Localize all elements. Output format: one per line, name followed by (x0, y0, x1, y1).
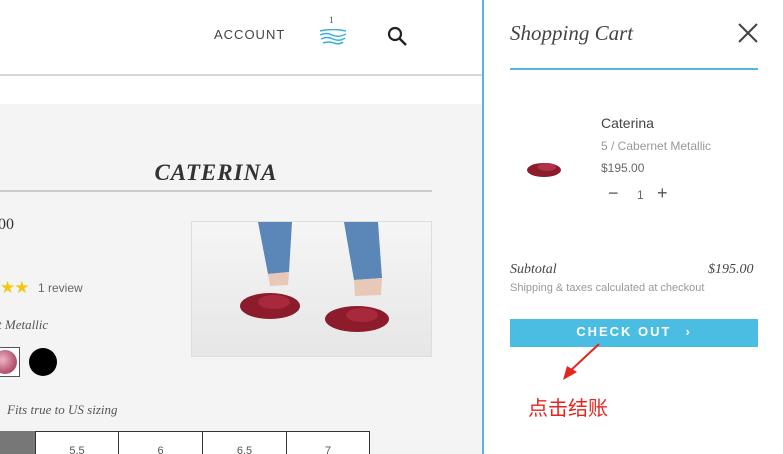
shipping-note: Shipping & taxes calculated at checkout (510, 282, 705, 294)
cart-drawer: Shopping Cart Caterina 5 / Cabernet Meta… (482, 0, 783, 454)
cart-item-variant: 5 / Cabernet Metallic (601, 139, 712, 153)
cart-count: 1 (329, 15, 334, 25)
cart-icon (319, 29, 347, 45)
product-price: 00 (0, 216, 14, 233)
shoes-photo (240, 222, 389, 332)
size-option-selected[interactable] (0, 431, 35, 454)
cart-title: Shopping Cart (510, 21, 634, 45)
account-link[interactable]: ACCOUNT (214, 27, 285, 42)
quantity-decrease-button[interactable]: − (608, 183, 619, 204)
product-image[interactable] (191, 221, 432, 357)
cart-item-price: $195.00 (601, 161, 645, 175)
subtotal-value: $195.00 (708, 262, 754, 277)
chevron-right-icon: › (685, 324, 692, 339)
product-page: ACCOUNT 1 CATERINA 00 ★★ 1 review t Meta… (0, 0, 483, 454)
color-label: t Metallic (0, 317, 49, 332)
checkout-label: CHECK OUT (576, 324, 672, 339)
quantity-increase-button[interactable]: + (657, 183, 668, 204)
cart-item-name[interactable]: Caterina (601, 115, 654, 131)
cart-button[interactable]: 1 (318, 15, 348, 49)
color-swatch-black[interactable] (29, 348, 57, 376)
size-option[interactable]: 5.5 (35, 431, 119, 454)
color-swatch-cabernet[interactable] (0, 347, 20, 377)
close-icon[interactable] (737, 22, 759, 44)
annotation-arrow-icon (563, 343, 600, 380)
size-option[interactable]: 6 (118, 431, 203, 454)
product-title: CATERINA (154, 160, 278, 185)
product-details: CATERINA 00 ★★ 1 review t Metallic Fits … (0, 104, 483, 454)
cart-item-image (527, 163, 561, 177)
annotation-text: 点击结账 (528, 398, 608, 420)
subtotal-label: Subtotal (510, 262, 557, 277)
size-option[interactable]: 6.5 (202, 431, 287, 454)
top-navigation: ACCOUNT 1 (0, 0, 483, 76)
checkout-button[interactable]: CHECK OUT › (510, 319, 758, 347)
fit-note: Fits true to US sizing (7, 402, 118, 417)
title-divider (0, 190, 432, 192)
search-icon[interactable] (386, 25, 408, 47)
size-option[interactable]: 7 (286, 431, 370, 454)
review-count-link[interactable]: 1 review (38, 281, 83, 295)
rating-stars: ★★ (0, 278, 30, 297)
cart-divider (510, 68, 758, 70)
quantity-value[interactable]: 1 (637, 188, 644, 202)
